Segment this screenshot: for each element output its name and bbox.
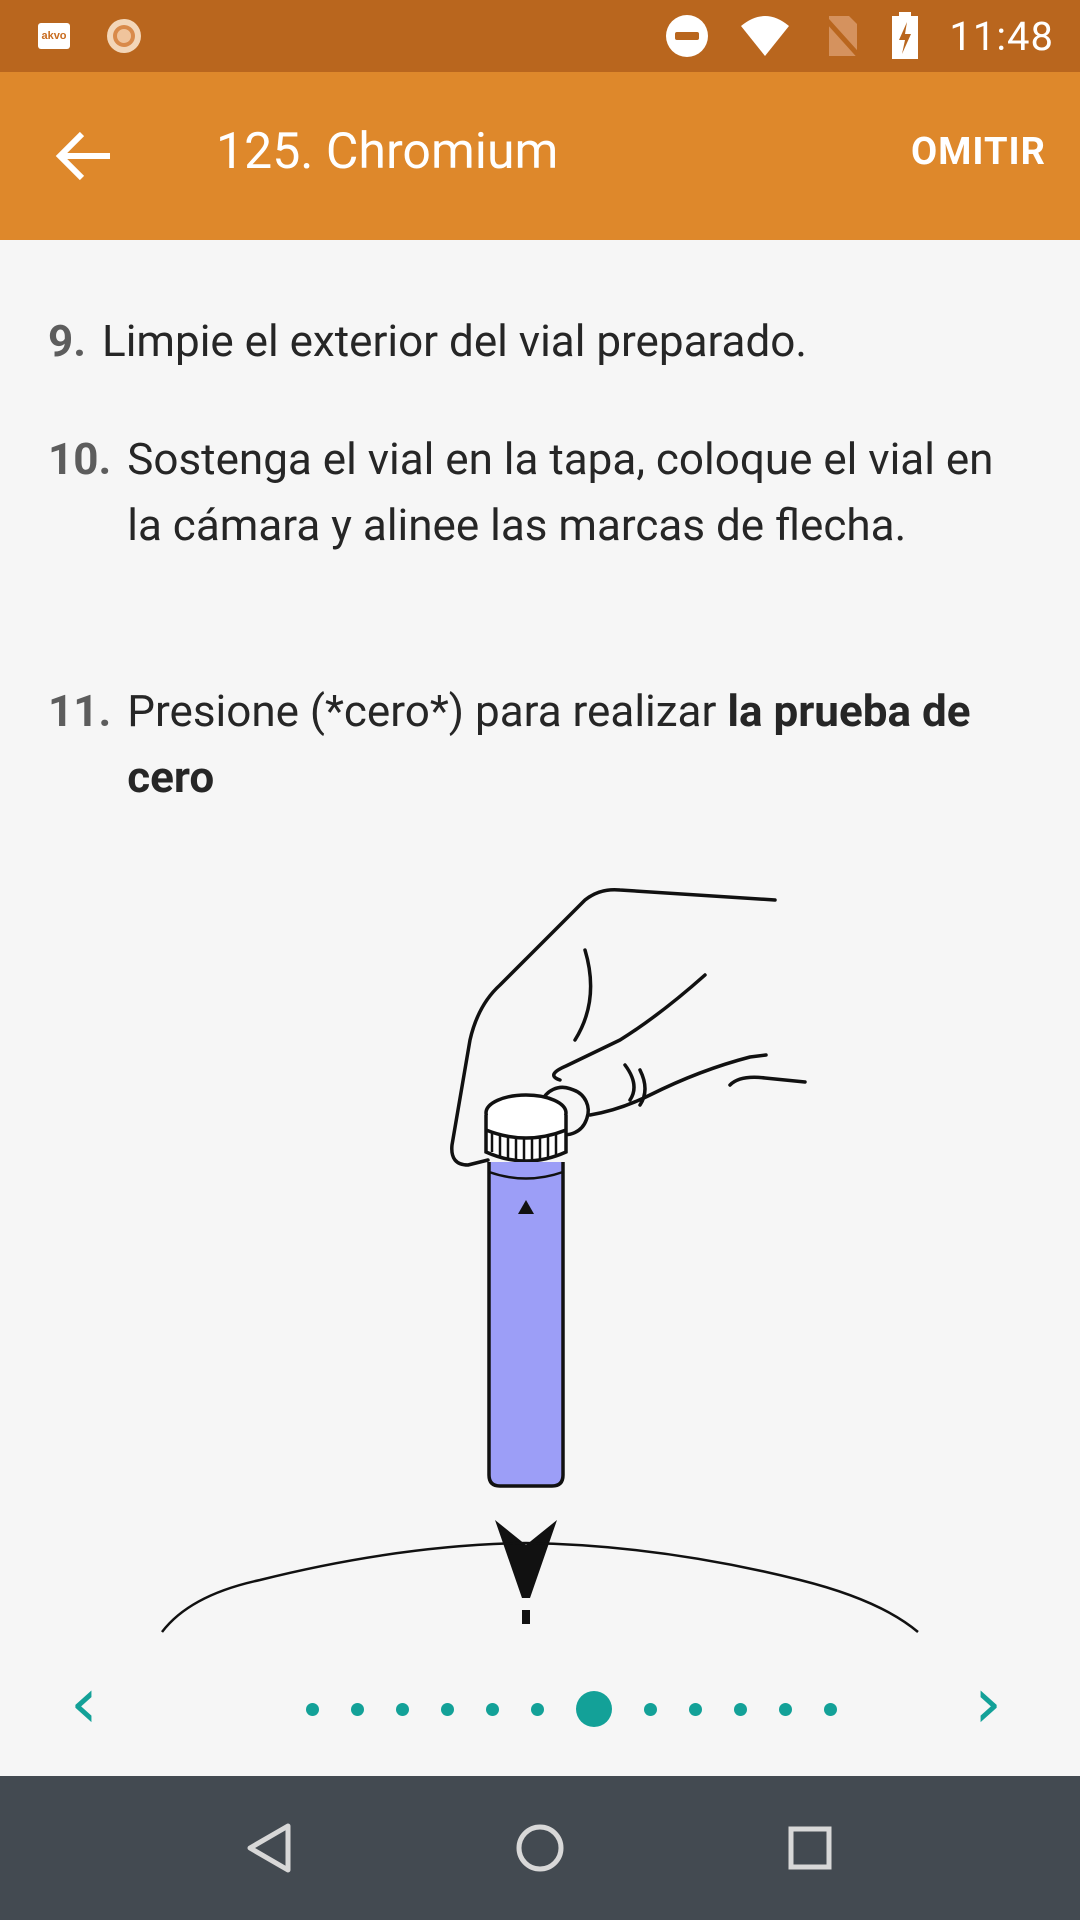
page-dot[interactable] <box>351 1702 364 1716</box>
step-9: 9. Limpie el exterior del vial preparado… <box>48 308 1008 374</box>
page-dot[interactable] <box>779 1702 792 1716</box>
sun-icon <box>107 19 141 53</box>
wifi-icon <box>741 16 790 56</box>
no-sim-icon <box>821 14 862 58</box>
arrow-back-icon[interactable] <box>50 120 122 192</box>
step-pager: ‹ › <box>0 1664 1080 1744</box>
page-dot[interactable] <box>531 1702 544 1716</box>
page-dot[interactable] <box>306 1702 319 1716</box>
nav-home-icon[interactable] <box>504 1812 576 1884</box>
vial-body <box>487 1162 565 1488</box>
chamber-arrow <box>495 1520 557 1624</box>
step-text: Presione (*cero*) para realizar la prueb… <box>127 678 1008 810</box>
step-10: 10. Sostenga el vial en la tapa, coloque… <box>48 426 1008 558</box>
nav-back-icon[interactable] <box>234 1812 306 1884</box>
page-dot-active[interactable] <box>576 1691 612 1727</box>
page-dot[interactable] <box>396 1702 409 1716</box>
vial-illustration-drawing <box>161 887 919 1633</box>
akvo-icon: akvo <box>38 23 70 49</box>
page-dot[interactable] <box>644 1702 657 1716</box>
step-11: 11. Presione (*cero*) para realizar la p… <box>48 678 1008 810</box>
page-title: 125. Chromium <box>216 123 559 181</box>
step-text: Sostenga el vial en la tapa, coloque el … <box>127 433 994 551</box>
clock: 11:48 <box>949 12 1054 60</box>
status-bar: akvo 11:48 <box>0 0 1080 72</box>
battery-charging-icon <box>892 12 919 59</box>
page-dot[interactable] <box>441 1702 454 1716</box>
do-not-disturb-icon <box>666 15 709 57</box>
vial-cap <box>484 1093 568 1163</box>
page-dot[interactable] <box>486 1702 499 1716</box>
system-nav-bar <box>0 1776 1080 1920</box>
step-text: Limpie el exterior del vial preparado. <box>102 315 808 367</box>
page-dot[interactable] <box>734 1702 747 1716</box>
step-number: 10. <box>48 433 112 485</box>
step-number: 11. <box>48 685 112 737</box>
app-bar: 125. Chromium OMITIR <box>0 72 1080 240</box>
chevron-left-icon[interactable]: ‹ <box>70 1668 98 1738</box>
page-indicator <box>290 1691 853 1727</box>
chevron-right-icon[interactable]: › <box>974 1668 1002 1738</box>
page-dot[interactable] <box>824 1702 837 1716</box>
skip-button[interactable]: OMITIR <box>911 130 1046 174</box>
page-dot[interactable] <box>689 1702 702 1716</box>
step-number: 9. <box>48 315 87 367</box>
step-text-regular: Presione (*cero*) para realizar <box>127 685 728 737</box>
nav-recents-icon[interactable] <box>774 1812 846 1884</box>
